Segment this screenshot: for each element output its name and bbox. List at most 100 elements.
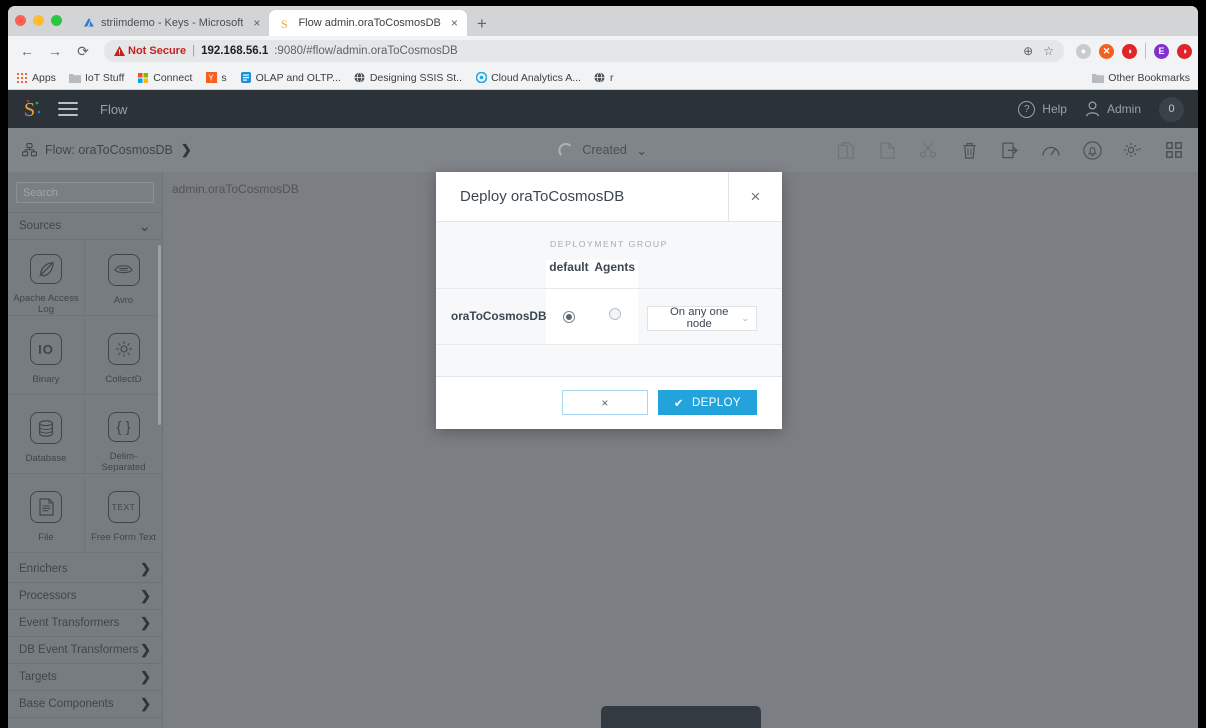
sidebar-item-enrichers[interactable]: Enrichers ❯ xyxy=(8,556,162,583)
blank-header-2 xyxy=(637,260,782,289)
sidebar-item-base-components[interactable]: Base Components ❯ xyxy=(8,691,162,718)
forward-icon[interactable]: → xyxy=(42,38,68,64)
flow-status[interactable]: Created ⌄ xyxy=(558,142,648,158)
palette-item-binary[interactable]: IO Binary xyxy=(8,319,85,395)
palette-item-label: Binary xyxy=(32,374,60,385)
export-icon[interactable] xyxy=(1000,140,1020,160)
paste-icon[interactable] xyxy=(877,140,897,160)
chevron-right-icon[interactable]: ❯ xyxy=(181,142,192,158)
bookmark-star-icon[interactable]: ☆ xyxy=(1043,44,1054,58)
chevron-right-icon[interactable]: ❯ xyxy=(140,561,151,577)
close-icon[interactable]: × xyxy=(728,172,782,221)
palette-item-apache-access-log[interactable]: Apache Access Log xyxy=(8,240,85,316)
divider xyxy=(1145,43,1146,59)
close-icon[interactable]: × xyxy=(451,16,458,30)
grid-view-icon[interactable] xyxy=(1164,140,1184,160)
radio-default-cell[interactable] xyxy=(546,288,592,345)
hamburger-menu-icon[interactable] xyxy=(58,102,78,116)
bookmark-r[interactable]: r xyxy=(594,72,613,84)
chevron-right-icon[interactable]: ❯ xyxy=(140,588,151,604)
modal-spacer xyxy=(436,344,782,376)
user-menu[interactable]: Admin xyxy=(1085,101,1141,117)
monitor-gauge-icon[interactable] xyxy=(1041,140,1061,160)
breadcrumb[interactable]: Flow: oraToCosmosDB ❯ xyxy=(22,142,192,158)
alerts-bell-icon[interactable] xyxy=(1082,140,1102,160)
copy-icon[interactable] xyxy=(836,140,856,160)
flow-canvas[interactable]: admin.oraToCosmosDB Deploy oraToCosmosDB… xyxy=(163,172,1198,728)
bookmark-label: Connect xyxy=(153,71,193,84)
cancel-button[interactable]: × xyxy=(561,390,648,415)
zoom-icon[interactable]: ⊕ xyxy=(1023,44,1033,58)
striim-logo[interactable]: S xyxy=(22,97,44,121)
settings-gear-icon[interactable] xyxy=(1123,140,1143,160)
palette-item-avro[interactable]: Avro xyxy=(85,240,162,316)
sidebar-item-processors[interactable]: Processors ❯ xyxy=(8,583,162,610)
palette-item-delim-separated[interactable]: { } Delim-Separated xyxy=(85,398,162,474)
sidebar-section-sources[interactable]: Sources ⌄ xyxy=(8,213,162,240)
chevron-right-icon[interactable]: ❯ xyxy=(140,669,151,685)
chevron-down-icon[interactable]: ⌄ xyxy=(741,313,749,324)
close-icon[interactable]: × xyxy=(253,16,260,30)
chevron-down-icon[interactable]: ⌄ xyxy=(636,143,648,157)
new-tab-button[interactable]: + xyxy=(477,15,487,32)
blank-header xyxy=(436,260,547,289)
maximize-window-button[interactable] xyxy=(51,15,62,26)
sidebar-item-event-transformers[interactable]: Event Transformers ❯ xyxy=(8,610,162,637)
notification-badge[interactable]: 0 xyxy=(1159,96,1184,122)
help-label: Help xyxy=(1042,102,1067,116)
cut-icon[interactable] xyxy=(918,140,938,160)
bookmark-connect[interactable]: Connect xyxy=(137,72,192,84)
bookmark-label: IoT Stuff xyxy=(84,71,125,84)
sidebar-item-db-event-transformers[interactable]: DB Event Transformers ❯ xyxy=(8,637,162,664)
palette-item-file[interactable]: File xyxy=(8,477,85,553)
extension-orange-icon[interactable]: ✕ xyxy=(1099,43,1114,59)
bookmark-yammer[interactable]: Y s xyxy=(205,72,227,84)
node-select-cell[interactable]: On any one node ⌄ xyxy=(637,288,782,345)
deploy-modal: Deploy oraToCosmosDB × DEPLOYMENT GROUP … xyxy=(436,172,782,429)
bookmark-apps[interactable]: Apps xyxy=(16,72,56,84)
delete-trash-icon[interactable] xyxy=(959,140,979,160)
help-button[interactable]: ? Help xyxy=(1018,100,1067,118)
search-input[interactable] xyxy=(16,182,154,203)
deploy-button[interactable]: ✔ DEPLOY xyxy=(657,390,757,415)
chevron-right-icon[interactable]: ❯ xyxy=(140,696,151,712)
bookmark-iot-stuff[interactable]: IoT Stuff xyxy=(68,71,125,84)
window-controls[interactable] xyxy=(15,15,62,26)
row-name: oraToCosmosDB xyxy=(436,288,547,345)
chevron-right-icon[interactable]: ❯ xyxy=(140,615,151,631)
node-option-select[interactable]: On any one node ⌄ xyxy=(646,305,757,331)
browser-tab-1[interactable]: striimdemo - Keys - Microsoft × xyxy=(72,10,269,36)
palette-scrollbar[interactable] xyxy=(158,245,161,425)
profile-avatar[interactable]: E xyxy=(1154,43,1169,59)
other-bookmarks-button[interactable]: Other Bookmarks xyxy=(1092,72,1190,84)
striim-app: S Flow ? Help Admin 0 Flow: oraToCosmosD… xyxy=(8,90,1198,728)
sidebar-item-targets[interactable]: Targets ❯ xyxy=(8,664,162,691)
reload-icon[interactable]: ⟳ xyxy=(70,38,96,64)
radio-agents-cell[interactable] xyxy=(591,288,638,345)
svg-text:S: S xyxy=(24,99,35,121)
url-host: 192.168.56.1 xyxy=(201,45,269,57)
chevron-down-icon[interactable]: ⌄ xyxy=(138,219,151,234)
radio-default[interactable] xyxy=(562,311,575,324)
text-icon: TEXT xyxy=(107,491,140,523)
extension-red2-icon[interactable]: ◑ xyxy=(1177,43,1192,59)
status-label: Created xyxy=(582,143,627,157)
bookmark-label: Apps xyxy=(32,71,56,84)
chevron-right-icon[interactable]: ❯ xyxy=(140,642,151,658)
bookmark-designing-ssis[interactable]: Designing SSIS St.. xyxy=(354,72,462,84)
bookmark-olap-oltp[interactable]: OLAP and OLTP... xyxy=(240,72,341,84)
browser-tab-2[interactable]: S Flow admin.oraToCosmosDB × xyxy=(269,10,467,36)
close-window-button[interactable] xyxy=(15,15,26,26)
profile-globe-icon[interactable]: ● xyxy=(1076,43,1091,59)
not-secure-badge[interactable]: Not Secure xyxy=(114,45,186,57)
warning-triangle-icon xyxy=(114,46,125,56)
address-bar[interactable]: Not Secure | 192.168.56.1:9080/#flow/adm… xyxy=(104,40,1064,62)
extension-red-icon[interactable]: ◑ xyxy=(1122,43,1137,59)
radio-agents[interactable] xyxy=(608,308,621,321)
minimize-window-button[interactable] xyxy=(33,15,44,26)
bookmark-cloud-analytics[interactable]: Cloud Analytics A... xyxy=(475,72,581,84)
palette-item-database[interactable]: Database xyxy=(8,398,85,474)
back-icon[interactable]: ← xyxy=(14,38,40,64)
palette-item-free-form-text[interactable]: TEXT Free Form Text xyxy=(85,477,162,553)
palette-item-collectd[interactable]: CollectD xyxy=(85,319,162,395)
